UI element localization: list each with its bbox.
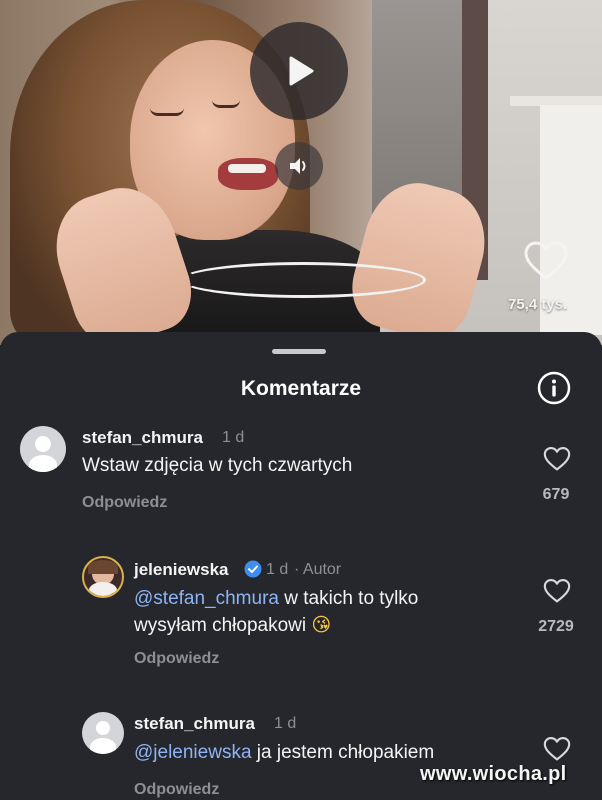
comment-text-part: w takich to tylko (278, 588, 419, 609)
comment-time: 1 d (274, 715, 297, 732)
comment-username[interactable]: jeleniewska (134, 560, 229, 580)
heart-icon (543, 578, 571, 603)
sound-button[interactable] (275, 142, 323, 190)
reply-button[interactable]: Odpowiedz (134, 781, 219, 799)
kiss-emoji: 😘 (311, 614, 332, 636)
heart-icon (543, 446, 571, 471)
person-eye (212, 100, 240, 108)
comment-username[interactable]: stefan_chmura (134, 714, 255, 734)
play-icon (289, 56, 314, 86)
verified-badge-icon (244, 560, 262, 583)
sheet-drag-handle[interactable] (272, 349, 326, 354)
comment-time: 1 d (266, 561, 289, 578)
comment-like-count: 679 (542, 486, 570, 503)
comment-like-button[interactable] (543, 446, 571, 477)
comment-mention[interactable]: @jeleniewska (134, 742, 252, 763)
info-button[interactable] (537, 371, 571, 405)
comment-text-part: ja jestem chłopakiem (251, 742, 435, 763)
comment-text-line: wysyłam chłopakowi 😘 (134, 612, 331, 639)
comment-text-part: wysyłam chłopakowi (134, 615, 307, 636)
comment-username[interactable]: stefan_chmura (82, 428, 203, 448)
person-mouth (218, 158, 278, 190)
author-avatar[interactable] (82, 556, 124, 598)
author-label: · Autor (294, 561, 342, 578)
info-icon (537, 371, 571, 405)
avatar[interactable] (20, 426, 66, 472)
comments-sheet: Komentarze stefan_chmura 1 d Wstaw zdjęc… (0, 332, 602, 800)
reply-button[interactable]: Odpowiedz (134, 650, 219, 668)
comments-title: Komentarze (240, 377, 362, 400)
video-player[interactable]: 75,4 tys. (0, 0, 602, 345)
video-like-button[interactable] (523, 240, 569, 287)
held-string (180, 262, 426, 298)
play-button[interactable] (250, 22, 348, 120)
comment-like-count: 2729 (538, 618, 574, 635)
video-like-count: 75,4 tys. (508, 296, 568, 313)
comment-like-button[interactable] (543, 578, 571, 609)
heart-icon (524, 241, 568, 280)
comment-time: 1 d (222, 429, 245, 446)
speaker-icon (290, 158, 306, 174)
comment-text: @jeleniewska ja jestem chłopakiem (134, 739, 434, 766)
comment-mention[interactable]: @stefan_chmura (134, 588, 279, 609)
person-teeth (228, 164, 266, 173)
reply-button[interactable]: Odpowiedz (82, 494, 167, 512)
comment-text: Wstaw zdjęcia w tych czwartych (82, 455, 353, 476)
watermark: www.wiocha.pl (420, 763, 567, 785)
avatar[interactable] (82, 712, 124, 754)
comment-text: @stefan_chmura w takich to tylko (134, 585, 418, 612)
person-eye (150, 108, 184, 116)
heart-icon (543, 736, 571, 761)
